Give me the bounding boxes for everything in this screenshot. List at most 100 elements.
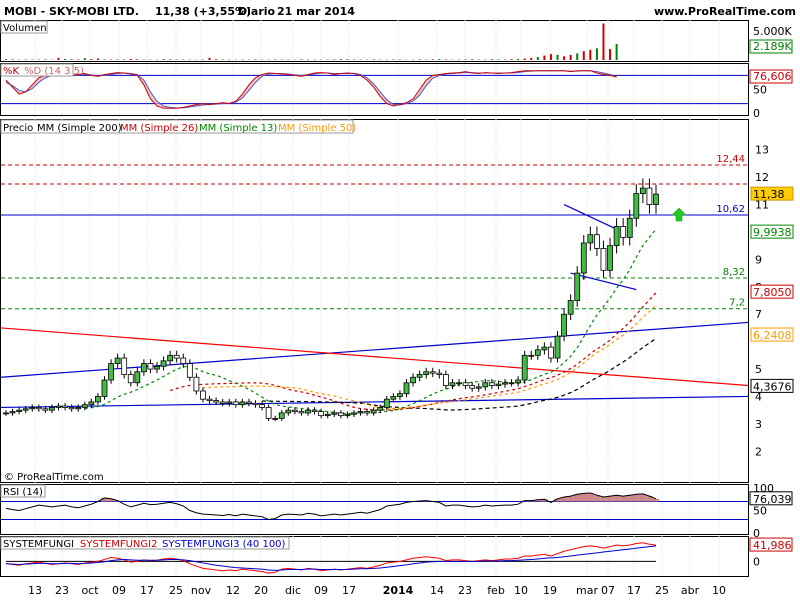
sf2-legend: SYSTEMFUNGI2 bbox=[80, 539, 157, 550]
volume-bar bbox=[136, 59, 138, 60]
candle-body bbox=[654, 194, 659, 204]
candle-body bbox=[128, 375, 133, 383]
systemfungi-legend[interactable]: SYSTEMFUNGI SYSTEMFUNGI2 SYSTEMFUNGI3 (4… bbox=[1, 537, 289, 550]
stochastic-legend[interactable]: %K %D (14 3 5) bbox=[1, 64, 84, 77]
candle-body bbox=[76, 407, 81, 408]
candle-body bbox=[450, 383, 455, 386]
candle-body bbox=[608, 246, 613, 271]
candle-body bbox=[647, 188, 652, 204]
candle-body bbox=[174, 355, 179, 358]
volume-bar bbox=[222, 59, 224, 60]
candle-body bbox=[299, 412, 304, 413]
candle-body bbox=[30, 407, 35, 408]
candle-body bbox=[4, 413, 9, 414]
volume-panel bbox=[1, 21, 749, 62]
volume-bar bbox=[130, 59, 132, 60]
volume-legend-label: Volumen bbox=[3, 23, 47, 34]
sf-value-label: 41,986 bbox=[753, 539, 792, 552]
volume-bar bbox=[471, 59, 473, 60]
candle-body bbox=[246, 402, 251, 403]
candle-body bbox=[102, 380, 107, 396]
price-legend[interactable]: Precio MM (Simple 200) MM (Simple 26) MM… bbox=[1, 120, 356, 134]
volume-bar bbox=[58, 58, 60, 60]
volume-bar bbox=[340, 59, 342, 60]
x-tick-label: 25 bbox=[655, 584, 669, 597]
candle-body bbox=[417, 375, 422, 378]
x-tick-label: 19 bbox=[543, 584, 557, 597]
candle-body bbox=[581, 243, 586, 273]
price-legend-precio: Precio bbox=[3, 123, 33, 134]
volume-bar bbox=[465, 59, 467, 60]
price-tick-label: 9 bbox=[755, 253, 762, 266]
candle-body bbox=[424, 372, 429, 375]
horizontal-level-label: 12,44 bbox=[716, 154, 745, 165]
volume-bar bbox=[563, 56, 565, 60]
volume-bar bbox=[576, 53, 578, 60]
candle-body bbox=[200, 391, 205, 399]
candle-body bbox=[148, 364, 153, 369]
candle-body bbox=[548, 347, 553, 358]
x-tick-label: abr bbox=[681, 584, 700, 597]
x-tick-label: nov bbox=[191, 584, 212, 597]
candle-body bbox=[95, 396, 100, 401]
ma26-legend: MM (Simple 26) bbox=[120, 123, 198, 134]
volume-bar bbox=[373, 59, 375, 60]
candle-body bbox=[404, 383, 409, 394]
volume-bar bbox=[524, 59, 526, 60]
candle-body bbox=[214, 401, 219, 402]
chart-canvas: MOBI - SKY-MOBI LTD. 11,38 (+3,55%) Diar… bbox=[0, 0, 800, 600]
volume-bar bbox=[44, 59, 46, 60]
sf3-legend: SYSTEMFUNGI3 (40 100) bbox=[162, 539, 286, 550]
volume-bar bbox=[71, 59, 73, 60]
website-label[interactable]: www.ProRealTime.com bbox=[654, 5, 796, 18]
volume-bar bbox=[5, 59, 7, 60]
candle-body bbox=[69, 407, 74, 408]
x-tick-label: 12 bbox=[226, 584, 240, 597]
volume-bar bbox=[241, 59, 243, 60]
x-tick-label: 13 bbox=[28, 584, 42, 597]
candle-body bbox=[253, 403, 258, 404]
volume-bar bbox=[182, 59, 184, 60]
volume-bar bbox=[517, 59, 519, 60]
price-tick-label: 7 bbox=[755, 308, 762, 321]
x-tick-label: 09 bbox=[314, 584, 328, 597]
rsi-legend[interactable]: RSI (14) bbox=[1, 485, 45, 498]
candle-body bbox=[502, 383, 507, 384]
candle-body bbox=[325, 414, 330, 415]
volume-bar bbox=[511, 59, 513, 60]
candle-body bbox=[187, 364, 192, 378]
x-tick-label: dic bbox=[285, 584, 301, 597]
candle-body bbox=[17, 410, 22, 411]
rsi-value-label: 76,039 bbox=[753, 493, 792, 506]
candle-body bbox=[56, 406, 61, 407]
volume-bar bbox=[97, 59, 99, 60]
candle-body bbox=[89, 402, 94, 405]
candle-body bbox=[457, 383, 462, 384]
x-tick-label: 14 bbox=[430, 584, 444, 597]
candle-body bbox=[463, 383, 468, 386]
volume-legend[interactable]: Volumen bbox=[1, 21, 47, 34]
candle-body bbox=[516, 380, 521, 383]
volume-bar bbox=[215, 59, 217, 60]
x-tick-label: feb bbox=[487, 584, 505, 597]
stoch-value-label: 76,606 bbox=[753, 70, 792, 83]
candle-body bbox=[23, 409, 28, 410]
candle-body bbox=[220, 402, 225, 403]
volume-bar bbox=[90, 59, 92, 60]
price-value-label: 7,8050 bbox=[753, 286, 792, 299]
volume-bar bbox=[543, 56, 545, 60]
sf-tick-label: 0 bbox=[753, 555, 760, 568]
candle-body bbox=[476, 387, 481, 388]
candle-body bbox=[397, 394, 402, 397]
volume-bar bbox=[557, 55, 559, 60]
stoch-k-legend: %K bbox=[3, 66, 20, 77]
candle-body bbox=[470, 385, 475, 388]
candle-body bbox=[371, 410, 376, 413]
candle-body bbox=[194, 377, 199, 391]
volume-bar bbox=[163, 59, 165, 60]
candle-body bbox=[391, 396, 396, 399]
volume-bar bbox=[333, 59, 335, 60]
candle-body bbox=[306, 410, 311, 413]
price-tick-label: 2 bbox=[755, 445, 762, 458]
candle-body bbox=[437, 373, 442, 374]
